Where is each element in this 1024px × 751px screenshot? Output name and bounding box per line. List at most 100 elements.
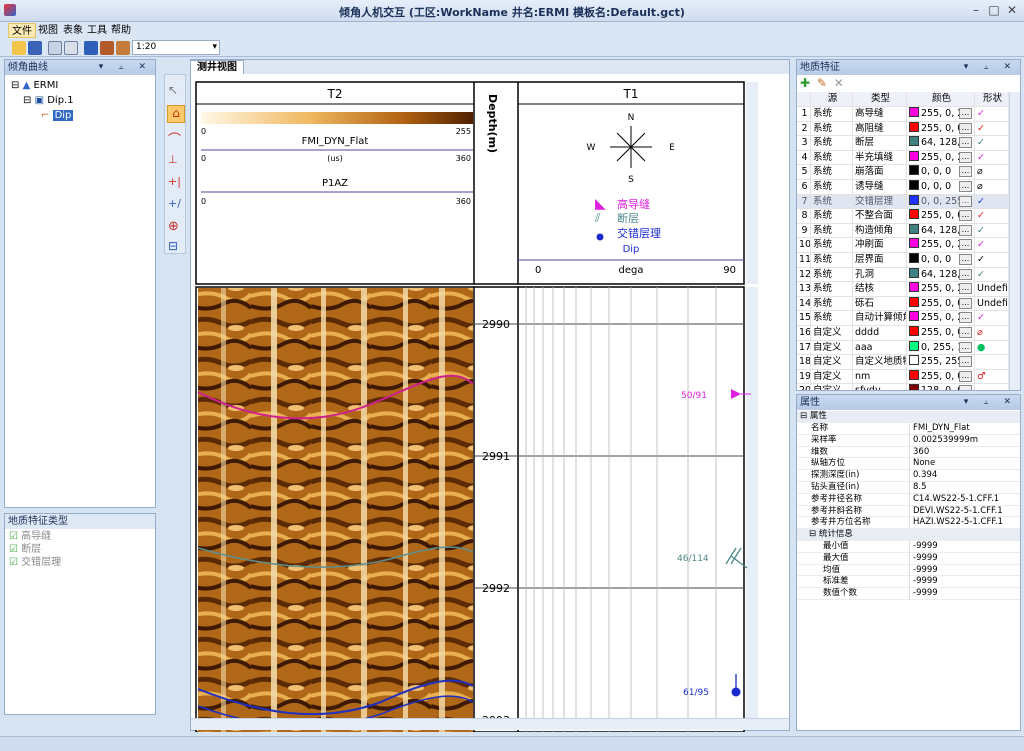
color-picker-button[interactable]: ... xyxy=(959,341,972,353)
vertical-scrollbar[interactable] xyxy=(1009,92,1020,390)
table-row[interactable]: 17 自定义 aaa 0, 255, 12... ● xyxy=(797,340,1009,356)
property-value[interactable]: 0.002539999m xyxy=(909,434,978,446)
horizontal-scrollbar[interactable] xyxy=(191,718,789,730)
row-color[interactable]: 0, 0, 0... xyxy=(907,252,975,267)
tab-log-view[interactable]: 测井视图 xyxy=(190,60,244,74)
row-shape[interactable]: Undefi xyxy=(975,296,1009,311)
color-picker-button[interactable]: ... xyxy=(959,122,972,134)
row-color[interactable]: 64, 128, 1... xyxy=(907,223,975,238)
property-row[interactable]: 参考井斜名称 DEVI.WS22-5-1.CFF.1 xyxy=(797,505,1020,518)
checkbox-icon[interactable]: ☑ xyxy=(9,531,18,542)
row-color[interactable]: 255, 0, 25... xyxy=(907,311,975,325)
color-picker-button[interactable]: ... xyxy=(959,166,972,178)
color-picker-button[interactable]: ... xyxy=(959,283,972,295)
color-picker-button[interactable]: ... xyxy=(959,385,972,390)
row-shape[interactable] xyxy=(975,355,1009,369)
row-shape[interactable]: ✓ xyxy=(975,238,1009,252)
collapse-icon[interactable]: ⊟ xyxy=(797,411,807,421)
table-row[interactable]: 6 系统 诱导缝 0, 0, 0... ⌀ xyxy=(797,179,1009,195)
row-shape[interactable]: ● xyxy=(975,340,1009,355)
menu-tools[interactable]: 工具 xyxy=(84,23,110,38)
grid-icon[interactable] xyxy=(64,41,78,55)
table-row[interactable]: 3 系统 断层 64, 128, 1... ✓ xyxy=(797,136,1009,151)
row-shape[interactable] xyxy=(975,384,1009,390)
columns-icon[interactable] xyxy=(48,41,62,55)
row-color[interactable]: 128, 0, 0... xyxy=(907,384,975,390)
feature-type-item[interactable]: ☑ 交错层理 xyxy=(9,556,61,569)
pick-marker-3[interactable] xyxy=(731,687,741,697)
brush-icon[interactable] xyxy=(116,41,130,55)
menu-view[interactable]: 视图 xyxy=(35,23,61,38)
row-shape[interactable]: ✓ xyxy=(975,209,1009,223)
target-icon[interactable]: ⊕ xyxy=(168,219,179,234)
property-row[interactable]: 采样率 0.002539999m xyxy=(797,434,1020,447)
row-color[interactable]: 64, 128, 1... xyxy=(907,267,975,282)
color-picker-button[interactable]: ... xyxy=(959,210,972,222)
table-row[interactable]: 15 系统 自动计算倾角 255, 0, 25... ✓ xyxy=(797,311,1009,326)
row-color[interactable]: 255, 0, 25... xyxy=(907,238,975,252)
pick-dip-icon[interactable]: ⌂ xyxy=(167,105,185,123)
collapse-icon[interactable]: ⊟ xyxy=(809,529,816,539)
property-value[interactable]: C14.WS22-5-1.CFF.1 xyxy=(909,493,999,505)
move-pick-icon[interactable]: ⊥ xyxy=(168,153,178,166)
tree-node-root[interactable]: ⊟ ▲ ERMI xyxy=(11,78,74,93)
property-row[interactable]: 探测深度(in) 0.394 xyxy=(797,470,1020,482)
row-shape[interactable]: ✓ xyxy=(975,121,1009,136)
property-value[interactable]: HAZI.WS22-5-1.CFF.1 xyxy=(909,517,1003,529)
row-shape[interactable]: ✓ xyxy=(975,150,1009,165)
close-icon[interactable]: ✕ xyxy=(1004,2,1020,18)
table-row[interactable]: 7 系统 交错层理 0, 0, 255... ✓ xyxy=(797,194,1009,210)
color-picker-button[interactable]: ... xyxy=(959,356,972,368)
property-group[interactable]: ⊟ 属性 xyxy=(797,411,1020,423)
row-shape[interactable]: ✓ xyxy=(975,223,1009,238)
property-row[interactable]: 维数 360 xyxy=(797,446,1020,459)
open-icon[interactable] xyxy=(12,41,26,55)
row-color[interactable]: 255, 0, 0... xyxy=(907,325,975,340)
add-icon[interactable]: ✚ xyxy=(800,76,810,90)
table-row[interactable]: 20 自定义 sfvdv 128, 0, 0... xyxy=(797,384,1009,390)
table-row[interactable]: 2 系统 高阻缝 255, 0, 0... ✓ xyxy=(797,121,1009,137)
color-picker-button[interactable]: ... xyxy=(959,195,972,207)
col-source[interactable]: 源 xyxy=(811,92,853,106)
panel-pin-close-icons[interactable]: ▾ ⫠ ✕ xyxy=(964,60,1017,75)
property-group[interactable]: ⊟ 统计信息 xyxy=(797,529,1020,541)
minimize-icon[interactable]: – xyxy=(968,2,984,18)
table-row[interactable]: 12 系统 孔洞 64, 128, 1... ✓ xyxy=(797,267,1009,283)
panel-pin-close-icons[interactable]: ▾ ⫠ ✕ xyxy=(99,60,152,75)
row-shape[interactable]: ✓ xyxy=(975,267,1009,282)
color-picker-button[interactable]: ... xyxy=(959,370,972,382)
property-row[interactable]: 均值 -9999 xyxy=(797,564,1020,577)
row-color[interactable]: 255, 0, 0... xyxy=(907,209,975,223)
tree-node-leaf[interactable]: ⌐ Dip xyxy=(11,108,74,123)
property-row[interactable]: 参考井方位名称 HAZI.WS22-5-1.CFF.1 xyxy=(797,517,1020,530)
delete-icon[interactable]: ✕ xyxy=(834,76,844,90)
sine-icon[interactable]: ⌒ xyxy=(168,129,181,148)
edit-icon[interactable]: ✎ xyxy=(817,76,827,90)
property-row[interactable]: 钻头直径(in) 8.5 xyxy=(797,481,1020,494)
table-row[interactable]: 1 系统 高导缝 255, 0, 25... ✓ xyxy=(797,107,1009,122)
add-point-icon[interactable]: +| xyxy=(168,175,181,188)
table-row[interactable]: 5 系统 崩落面 0, 0, 0... ⌀ xyxy=(797,165,1009,180)
menu-file[interactable]: 文件 xyxy=(8,23,36,38)
property-row[interactable]: 纵轴方位 None xyxy=(797,458,1020,471)
row-color[interactable]: 255, 0, 0... xyxy=(907,296,975,311)
color-picker-button[interactable]: ... xyxy=(959,253,972,265)
property-row[interactable]: 数值个数 -9999 xyxy=(797,588,1020,600)
checkbox-icon[interactable]: ☑ xyxy=(9,557,18,568)
table-row[interactable]: 11 系统 层界面 0, 0, 0... ✓ xyxy=(797,252,1009,268)
pointer-icon[interactable]: ↖ xyxy=(168,83,178,97)
row-color[interactable]: 255, 255,... xyxy=(907,355,975,369)
property-row[interactable]: 最大值 -9999 xyxy=(797,552,1020,565)
row-shape[interactable]: ✓ xyxy=(975,252,1009,267)
table-row[interactable]: 18 自定义 自定义地质特 255, 255,... xyxy=(797,355,1009,370)
restore-icon[interactable]: □ xyxy=(986,2,1002,18)
property-value[interactable]: -9999 xyxy=(909,576,938,588)
table-row[interactable]: 10 系统 冲刷面 255, 0, 25... ✓ xyxy=(797,238,1009,253)
property-value[interactable]: -9999 xyxy=(909,564,938,576)
menu-help[interactable]: 帮助 xyxy=(108,23,134,38)
feature-type-item[interactable]: ☑ 断层 xyxy=(9,543,61,556)
row-color[interactable]: 255, 0, 25... xyxy=(907,107,975,121)
color-picker-button[interactable]: ... xyxy=(959,137,972,149)
color-picker-button[interactable]: ... xyxy=(959,224,972,236)
row-color[interactable]: 255, 0, 25... xyxy=(907,282,975,296)
